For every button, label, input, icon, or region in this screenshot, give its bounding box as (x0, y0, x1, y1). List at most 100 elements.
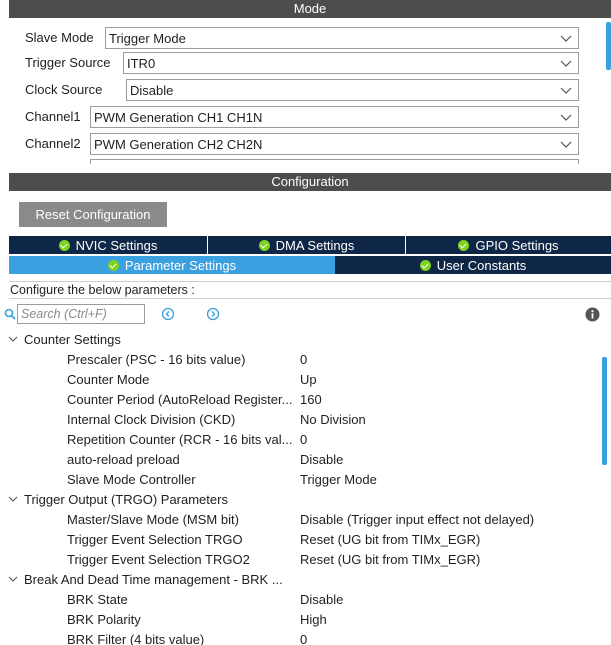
table-row[interactable]: Counter Mode Up (0, 369, 590, 389)
channel2-value: PWM Generation CH2 CH2N (94, 137, 263, 152)
param-value: 0 (300, 352, 308, 367)
table-row[interactable]: Counter Period (AutoReload Register... 1… (0, 389, 590, 409)
trigger-source-label: Trigger Source (25, 55, 111, 70)
mode-row-channel1: Channel1 PWM Generation CH1 CH1N (9, 106, 611, 128)
table-row[interactable]: Trigger Event Selection TRGO Reset (UG b… (0, 529, 590, 549)
param-value: 160 (300, 392, 322, 407)
chevron-down-icon (560, 60, 572, 67)
mode-row-channel2: Channel2 PWM Generation CH2 CH2N (9, 133, 611, 155)
table-row[interactable]: Master/Slave Mode (MSM bit) Disable (Tri… (0, 509, 590, 529)
check-circle-icon (419, 259, 431, 271)
panel-divider (0, 164, 611, 173)
check-circle-icon (258, 239, 270, 251)
param-value: 0 (300, 632, 308, 645)
param-label: BRK State (67, 592, 128, 607)
table-row[interactable]: Repetition Counter (RCR - 16 bits val...… (0, 429, 590, 449)
group-label: Counter Settings (24, 332, 121, 347)
tab-user-constants[interactable]: User Constants (335, 256, 611, 274)
param-label: Trigger Event Selection TRGO2 (67, 552, 250, 567)
tab-nvic-settings[interactable]: NVIC Settings (9, 236, 207, 254)
mode-scrollbar[interactable] (606, 22, 611, 70)
tab-parameter-label: Parameter Settings (124, 257, 237, 273)
search-icon (4, 308, 16, 320)
tabs-row-top: NVIC Settings DMA Settings GPIO Settings (9, 236, 611, 254)
table-row[interactable]: BRK Polarity High (0, 609, 590, 629)
chevron-down-icon (560, 141, 572, 148)
param-value: Up (300, 372, 317, 387)
tree-group-break-dead-time[interactable]: Break And Dead Time management - BRK ... (0, 569, 590, 589)
param-label: Prescaler (PSC - 16 bits value) (67, 352, 246, 367)
table-row[interactable]: auto-reload preload Disable (0, 449, 590, 469)
param-value: Reset (UG bit from TIMx_EGR) (300, 552, 481, 567)
parameters-caption: Configure the below parameters : (9, 281, 611, 299)
mode-row-slave-mode: Slave Mode Trigger Mode (9, 27, 611, 49)
slave-mode-select[interactable]: Trigger Mode (105, 27, 579, 49)
table-row[interactable]: Prescaler (PSC - 16 bits value) 0 (0, 349, 590, 369)
chevron-down-icon (560, 35, 572, 42)
mode-row-clock-source: Clock Source Disable (9, 79, 611, 101)
trigger-source-value: ITR0 (127, 56, 156, 71)
group-label: Break And Dead Time management - BRK ... (24, 572, 283, 587)
param-value: High (300, 612, 327, 627)
tabs-row-bottom: Parameter Settings User Constants (9, 256, 611, 274)
table-row[interactable]: Trigger Event Selection TRGO2 Reset (UG … (0, 549, 590, 569)
clock-source-value: Disable (130, 83, 174, 98)
tree-group-counter-settings[interactable]: Counter Settings (0, 329, 590, 349)
channel2-select[interactable]: PWM Generation CH2 CH2N (90, 133, 579, 155)
chevron-down-icon (560, 87, 572, 94)
table-row[interactable]: Internal Clock Division (CKD) No Divisio… (0, 409, 590, 429)
next-match-icon[interactable] (206, 307, 220, 321)
channel2-label: Channel2 (25, 136, 81, 151)
reset-configuration-button[interactable]: Reset Configuration (19, 202, 167, 227)
slave-mode-value: Trigger Mode (109, 31, 186, 46)
param-label: Master/Slave Mode (MSM bit) (67, 512, 239, 527)
param-label: auto-reload preload (67, 452, 180, 467)
param-label: Repetition Counter (RCR - 16 bits val... (67, 432, 293, 447)
param-value: Disable (Trigger input effect not delaye… (300, 512, 535, 527)
search-input[interactable] (17, 304, 145, 324)
info-icon[interactable] (585, 307, 600, 322)
previous-match-icon[interactable] (161, 307, 175, 321)
trigger-source-select[interactable]: ITR0 (123, 52, 579, 74)
tab-gpio-label: GPIO Settings (475, 237, 559, 253)
param-value: No Division (300, 412, 366, 427)
tab-dma-label: DMA Settings (275, 237, 355, 253)
check-circle-icon (58, 239, 70, 251)
mode-row-trigger-source: Trigger Source ITR0 (9, 52, 611, 74)
param-value: 0 (300, 432, 308, 447)
param-label: BRK Filter (4 bits value) (67, 632, 205, 645)
channel1-label: Channel1 (25, 109, 81, 124)
channel1-value: PWM Generation CH1 CH1N (94, 110, 263, 125)
tab-parameter-settings[interactable]: Parameter Settings (9, 256, 335, 274)
group-label: Trigger Output (TRGO) Parameters (24, 492, 228, 507)
table-row[interactable]: BRK Filter (4 bits value) 0 (0, 629, 590, 645)
check-circle-icon (107, 259, 119, 271)
chevron-down-icon (8, 576, 18, 582)
slave-mode-label: Slave Mode (25, 30, 94, 45)
table-row[interactable]: Slave Mode Controller Trigger Mode (0, 469, 590, 489)
param-label: BRK Polarity (67, 612, 141, 627)
param-value: Reset (UG bit from TIMx_EGR) (300, 532, 481, 547)
channel1-select[interactable]: PWM Generation CH1 CH1N (90, 106, 579, 128)
chevron-down-icon (8, 496, 18, 502)
configuration-header: Configuration (9, 173, 611, 191)
mode-panel: Slave Mode Trigger Mode Trigger Source I… (9, 18, 611, 164)
param-value: Trigger Mode (300, 472, 377, 487)
tab-gpio-settings[interactable]: GPIO Settings (406, 236, 611, 254)
chevron-down-icon (560, 114, 572, 121)
check-circle-icon (458, 239, 470, 251)
configuration-scrollbar[interactable] (602, 357, 607, 465)
tree-group-trigger-output[interactable]: Trigger Output (TRGO) Parameters (0, 489, 590, 509)
param-value: Disable (300, 452, 344, 467)
tab-nvic-label: NVIC Settings (75, 237, 158, 253)
param-label: Slave Mode Controller (67, 472, 196, 487)
param-label: Trigger Event Selection TRGO (67, 532, 243, 547)
param-label: Counter Period (AutoReload Register... (67, 392, 293, 407)
tab-user-constants-label: User Constants (436, 257, 527, 273)
table-row[interactable]: BRK State Disable (0, 589, 590, 609)
mode-header: Mode (9, 0, 611, 18)
clock-source-select[interactable]: Disable (126, 79, 579, 101)
param-label: Internal Clock Division (CKD) (67, 412, 236, 427)
param-value: Disable (300, 592, 344, 607)
tab-dma-settings[interactable]: DMA Settings (208, 236, 405, 254)
